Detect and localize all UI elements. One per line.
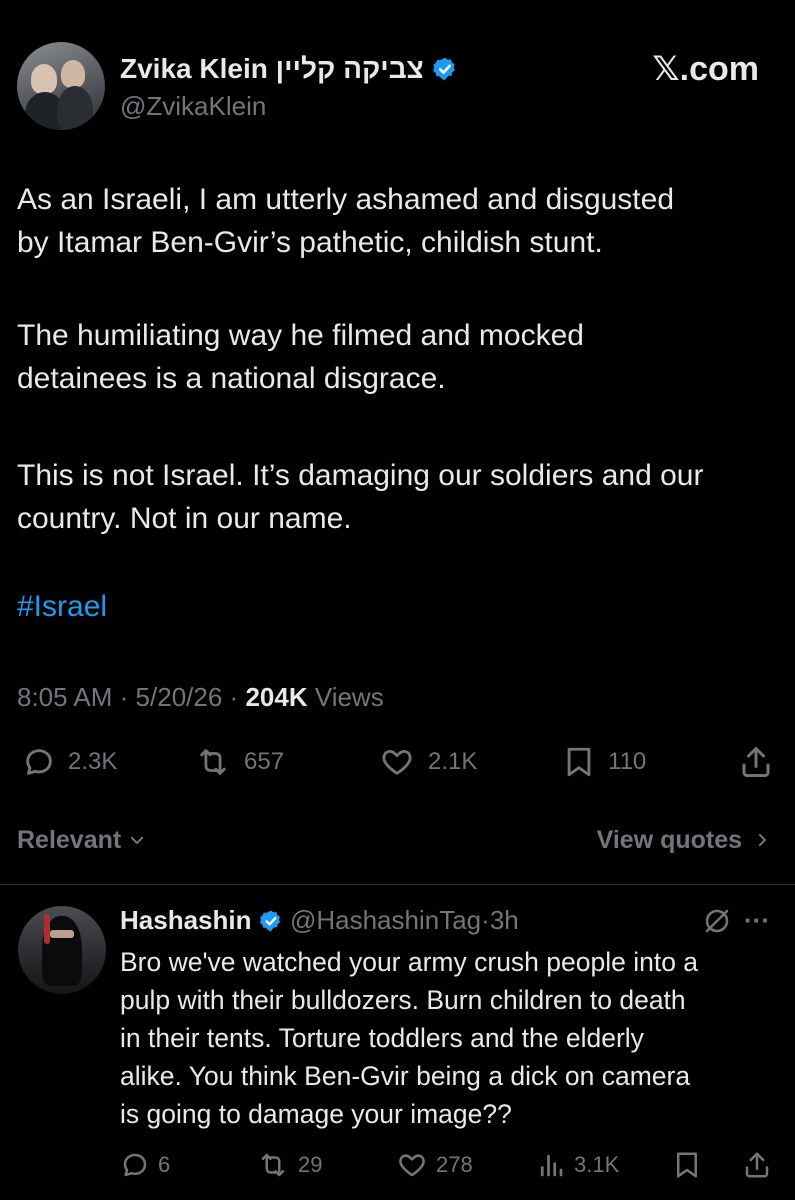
bookmark-button[interactable]: 110 <box>562 742 646 782</box>
analytics-icon <box>540 1154 563 1177</box>
bookmark-icon <box>567 747 591 777</box>
relevant-label: Relevant <box>17 826 122 854</box>
reply-text: Bro we've watched your army crush people… <box>120 947 699 1129</box>
meta-separator: · <box>229 682 239 712</box>
reply-header: Hashashin @HashashinTag·3h <box>120 902 519 938</box>
tweet-paragraph-1: As an Israeli, I am utterly ashamed and … <box>17 183 675 259</box>
verified-badge-icon <box>259 910 280 932</box>
relevant-dropdown[interactable]: Relevant <box>17 824 146 856</box>
chevron-down-icon <box>130 836 144 844</box>
reply-count: 2.3K <box>68 748 118 775</box>
reply-separator: · <box>481 905 490 935</box>
bookmark-icon <box>677 1152 697 1178</box>
like-count: 2.1K <box>428 748 478 775</box>
author-name[interactable]: Zvika Klein צביקה קליין <box>120 52 458 86</box>
brand-logo: 𝕏.com <box>652 50 759 88</box>
more-options-icon[interactable]: ··· <box>744 902 770 938</box>
bookmark-count: 110 <box>608 748 647 775</box>
heart-icon <box>382 749 412 775</box>
reply-avatar[interactable] <box>18 906 106 994</box>
reply-repost-count: 29 <box>298 1152 323 1177</box>
verified-badge-icon <box>432 57 455 81</box>
reply-button[interactable]: 2.3K <box>22 742 117 782</box>
like-button[interactable]: 2.1K <box>378 742 477 782</box>
tweet-meta: 8:05 AM · 5/20/26 · 204K Views <box>17 680 384 714</box>
heart-icon <box>399 1154 425 1177</box>
views-label: Views <box>314 682 384 712</box>
views-count[interactable]: 204K <box>245 682 307 712</box>
view-quotes-label: View quotes <box>596 826 743 854</box>
reply-reply-button[interactable]: 6 <box>120 1148 170 1182</box>
reply-bookmark-button[interactable] <box>672 1148 702 1182</box>
author-name-text: Zvika Klein צביקה קליין <box>120 53 424 84</box>
view-quotes-link[interactable]: View quotes <box>597 824 771 856</box>
reply-reply-count: 6 <box>158 1152 171 1177</box>
reply-author-name[interactable]: Hashashin <box>120 905 252 935</box>
reply-share-button[interactable] <box>742 1148 772 1182</box>
reply-repost-button[interactable]: 29 <box>256 1148 322 1182</box>
tweet-time[interactable]: 8:05 AM <box>17 682 112 712</box>
tweet-paragraph-3: This is not Israel. It’s damaging our so… <box>17 459 704 535</box>
reply-icon <box>26 749 52 775</box>
reply-views-count: 3.1K <box>574 1152 620 1177</box>
share-icon <box>745 1152 769 1178</box>
repost-icon <box>261 1153 285 1177</box>
hashtag-link[interactable]: #Israel <box>17 585 107 628</box>
section-divider <box>0 884 795 885</box>
share-icon <box>742 747 770 777</box>
chevron-right-icon <box>758 833 766 847</box>
tweet-paragraph-2: The humiliating way he filmed and mocked… <box>17 319 584 395</box>
meta-separator: · <box>119 682 129 712</box>
repost-count: 657 <box>244 748 285 775</box>
grok-icon[interactable] <box>702 906 732 936</box>
reply-icon <box>123 1153 147 1177</box>
reply-author-handle[interactable]: @HashashinTag <box>290 905 481 935</box>
repost-button[interactable]: 657 <box>194 742 284 782</box>
author-handle[interactable]: @ZvikaKlein <box>120 90 266 122</box>
reply-like-button[interactable]: 278 <box>396 1148 473 1182</box>
repost-icon <box>200 749 226 775</box>
author-avatar[interactable] <box>17 42 105 130</box>
reply-age[interactable]: 3h <box>490 905 519 935</box>
share-button[interactable] <box>738 742 774 782</box>
tweet-date[interactable]: 5/20/26 <box>136 682 223 712</box>
reply-views-button[interactable]: 3.1K <box>536 1148 619 1182</box>
reply-like-count: 278 <box>436 1152 473 1177</box>
